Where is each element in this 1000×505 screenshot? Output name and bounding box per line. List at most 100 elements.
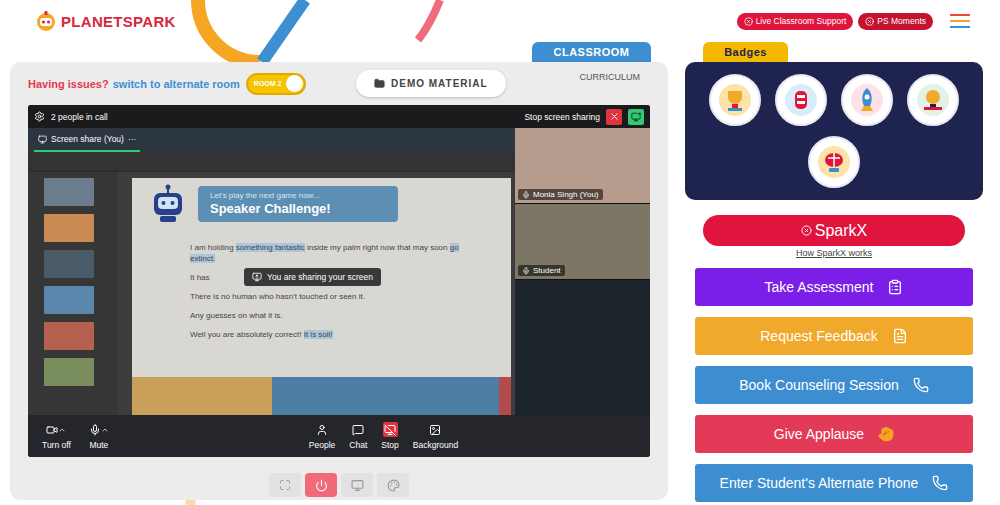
call-control-button[interactable]: Turn off <box>40 422 73 450</box>
folder-icon <box>374 78 385 89</box>
call-control-button[interactable]: Mute <box>87 422 111 450</box>
menu-line <box>950 14 970 16</box>
sidebar-action-button[interactable]: Enter Student's Alternate Phone <box>695 464 973 502</box>
issues-text: Having issues? switch to alternate room RO… <box>28 73 306 95</box>
call-controls: People Chat Stop Background <box>307 422 460 450</box>
control-label: Turn off <box>42 440 71 450</box>
footer-block <box>499 377 511 415</box>
gear-icon[interactable] <box>34 111 45 122</box>
sidebar-action-button[interactable]: Book Counseling Session <box>695 366 973 404</box>
document-toolbar <box>28 152 515 172</box>
menu-icon[interactable] <box>950 14 970 28</box>
action-icon <box>892 328 908 344</box>
badge <box>775 74 827 126</box>
action-icon <box>887 279 903 295</box>
toggle-knob <box>286 75 303 92</box>
control-label: Stop <box>381 440 399 450</box>
slide-thumbnail[interactable] <box>44 286 94 314</box>
action-label: Take Assessment <box>765 279 874 295</box>
slide-thumbnail[interactable] <box>44 358 94 386</box>
action-label: Book Counseling Session <box>739 377 899 393</box>
slide-thumbnail[interactable] <box>44 214 94 242</box>
slide-text: There is no human who hasn't touched or … <box>190 292 365 301</box>
monitor-icon <box>38 135 47 144</box>
share-column: Screen share (You)··· Let's play the next… <box>28 128 515 415</box>
mic-icon <box>522 267 530 275</box>
control-label: Mute <box>89 440 108 450</box>
sidebar-action-button[interactable]: Take Assessment <box>695 268 973 306</box>
slide-text: It is soil! <box>304 330 333 339</box>
room-toggle[interactable]: ROOM 2 <box>246 73 306 95</box>
sidebar-action-button[interactable]: Give Applause <box>695 415 973 453</box>
live-support-button[interactable]: Live Classroom Support <box>737 13 854 30</box>
badge <box>709 74 761 126</box>
brain-badge-icon <box>815 143 853 181</box>
issues-label: Having issues? <box>28 78 109 90</box>
slide-header: Let's play the next game now...Speaker C… <box>132 178 511 230</box>
header-actions: Live Classroom SupportPS Moments <box>737 13 970 30</box>
control-icon-wrap <box>315 422 330 437</box>
badge <box>841 74 893 126</box>
slide-line: Well you are absolutely correct! It is s… <box>190 329 482 340</box>
slide-thumbnail[interactable] <box>44 250 94 278</box>
action-label: Give Applause <box>774 426 864 442</box>
call-control-button[interactable]: Stop <box>379 422 401 450</box>
slide-text: It has <box>190 273 210 282</box>
control-icon <box>89 424 101 436</box>
control-label: Background <box>413 440 458 450</box>
classroom-dock <box>28 473 650 497</box>
document-body: Let's play the next game now...Speaker C… <box>28 172 515 415</box>
slide-footer <box>132 377 511 415</box>
layer: PLANETSPARK Live Classroom SupportPS Mome… <box>0 0 1000 505</box>
control-icon-wrap <box>428 422 443 437</box>
end-class-button[interactable] <box>305 473 337 497</box>
control-icon <box>46 424 58 436</box>
slide-thumbnail[interactable] <box>44 322 94 350</box>
whiteboard-button[interactable] <box>377 473 409 497</box>
share-screen-button[interactable] <box>628 109 644 125</box>
media-controls: Turn off Mute <box>40 422 111 450</box>
top-header: PLANETSPARK Live Classroom SupportPS Mome… <box>0 0 1000 42</box>
call-control-bar: Turn off Mute People Chat Stop Background <box>28 415 650 457</box>
sparkx-button[interactable]: SparkX <box>703 215 965 246</box>
participant-tile: Student <box>515 204 650 280</box>
badge <box>808 136 860 188</box>
power-icon <box>315 479 328 492</box>
stop-sharing-button[interactable] <box>606 109 622 125</box>
participant-name: Monia Singh (You) <box>518 189 603 200</box>
classroom-tab[interactable]: CLASSROOM <box>532 42 651 62</box>
curriculum-link[interactable]: CURRICULUM <box>580 70 651 82</box>
share-tab-row: Screen share (You)··· <box>28 128 515 152</box>
call-control-button[interactable]: Background <box>411 422 460 450</box>
demo-material-button[interactable]: DEMO MATERIAL <box>356 70 506 97</box>
sidebar-action-button[interactable]: Request Feedback <box>695 317 973 355</box>
logo: PLANETSPARK <box>35 10 176 32</box>
slide-text: Well you are absolutely correct! <box>190 330 304 339</box>
page: PLANETSPARK Live Classroom SupportPS Mome… <box>0 0 1000 505</box>
screen-share-tab[interactable]: Screen share (You)··· <box>34 128 140 152</box>
fullscreen-button[interactable] <box>269 473 301 497</box>
shared-screen: Let's play the next game now...Speaker C… <box>28 152 515 415</box>
sidebar-actions: Take Assessment Request Feedback Book Coun… <box>685 268 983 502</box>
classroom-top-row: Having issues? switch to alternate room RO… <box>28 70 650 97</box>
close-icon <box>609 111 620 122</box>
action-label: Request Feedback <box>760 328 878 344</box>
call-top-bar: 2 people in callStop screen sharing <box>28 105 650 128</box>
action-icon <box>913 377 929 393</box>
share-tab-menu[interactable]: ··· <box>128 134 137 144</box>
slide-text: I am holding <box>190 243 236 252</box>
ps-moments-button[interactable]: PS Moments <box>858 13 933 30</box>
robot-icon <box>148 184 188 224</box>
control-icon-wrap <box>351 422 366 437</box>
sparkx-help-link[interactable]: How SparkX works <box>685 248 983 258</box>
logo-mascot-icon <box>35 10 57 32</box>
slide-thumbnail[interactable] <box>44 178 94 206</box>
badges-tab[interactable]: Badges <box>703 42 788 62</box>
expand-icon <box>279 479 291 491</box>
participant-name: Student <box>518 265 565 276</box>
call-control-button[interactable]: People <box>307 422 337 450</box>
switch-room-link[interactable]: switch to alternate room <box>113 78 240 90</box>
screen-button[interactable] <box>341 473 373 497</box>
logo-text: PLANETSPARK <box>61 13 176 30</box>
call-control-button[interactable]: Chat <box>347 422 369 450</box>
